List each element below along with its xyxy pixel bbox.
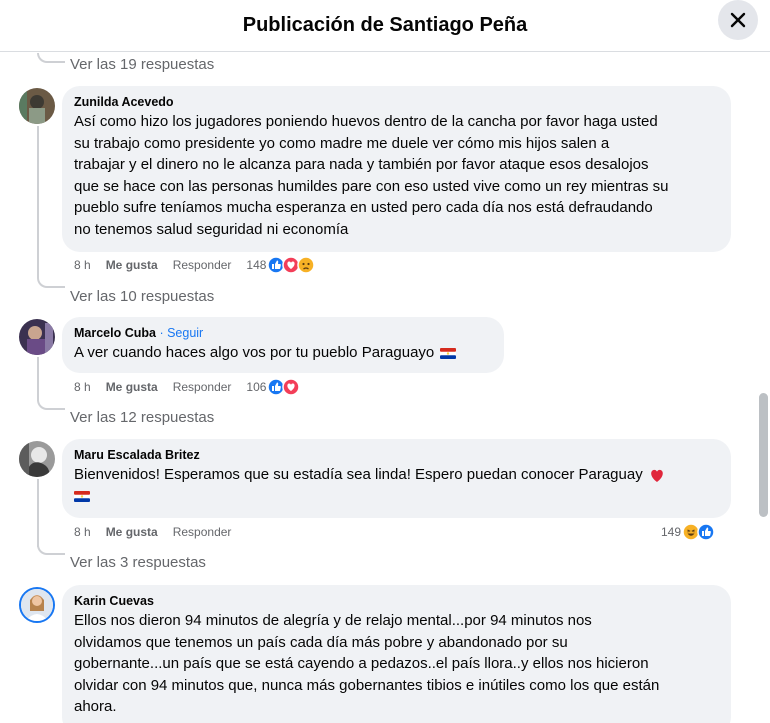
reaction-summary[interactable]: 106	[246, 378, 301, 396]
view-replies-link[interactable]: Ver las 12 respuestas	[70, 409, 214, 426]
post-modal-header: Publicación de Santiago Peña	[0, 0, 770, 52]
close-icon	[730, 12, 746, 28]
paraguay-flag-icon	[74, 491, 90, 503]
reaction-summary[interactable]: 148	[246, 256, 316, 274]
like-button[interactable]: Me gusta	[106, 258, 158, 272]
heart-icon	[651, 469, 663, 482]
comment-bubble: Marcelo Cuba · Seguir A ver cuando haces…	[62, 317, 504, 373]
reaction-count: 148	[246, 258, 267, 272]
scrollbar-thumb[interactable]	[759, 393, 768, 517]
comment-text: Ellos nos dieron 94 minutos de alegría y…	[74, 612, 660, 715]
comment-text: A ver cuando haces algo vos por tu puebl…	[74, 342, 492, 364]
paraguay-flag-icon	[440, 347, 457, 359]
like-button[interactable]: Me gusta	[106, 525, 158, 539]
reaction-count: 149	[660, 525, 681, 539]
like-button[interactable]: Me gusta	[106, 380, 158, 394]
avatar[interactable]	[19, 441, 55, 477]
sad-icon	[297, 256, 316, 274]
close-button[interactable]	[718, 0, 758, 40]
reply-connector	[37, 53, 65, 63]
comment-text: Así como hizo los jugadores poniendo hue…	[74, 113, 669, 238]
reaction-count: 106	[246, 380, 267, 394]
comment-bubble: Maru Escalada Britez Bienvenidos! Espera…	[62, 439, 731, 518]
reply-button[interactable]: Responder	[173, 380, 232, 394]
comment-actions: 8 h Me gusta Responder 148	[74, 255, 330, 275]
comment-time[interactable]: 8 h	[74, 380, 91, 394]
love-icon	[282, 378, 301, 396]
comment-actions: 8 h Me gusta Responder 149	[74, 522, 730, 542]
comment-author[interactable]: Marcelo Cuba	[74, 326, 156, 340]
reply-connector	[37, 276, 65, 288]
avatar[interactable]	[19, 88, 55, 124]
reply-connector	[37, 398, 65, 410]
reply-button[interactable]: Responder	[173, 258, 232, 272]
view-replies-link[interactable]: Ver las 19 respuestas	[70, 56, 214, 73]
comment-bubble: Karin Cuevas Ellos nos dieron 94 minutos…	[62, 585, 731, 723]
comment-time[interactable]: 8 h	[74, 525, 91, 539]
reaction-summary[interactable]: 149	[661, 523, 715, 541]
comment-author[interactable]: Zunilda Acevedo	[74, 94, 719, 111]
comment-bubble: Zunilda Acevedo Así como hizo los jugado…	[62, 86, 731, 252]
comment-actions: 8 h Me gusta Responder 106	[74, 377, 315, 397]
comment-author[interactable]: Maru Escalada Britez	[74, 447, 719, 464]
comment-text: Bienvenidos! Esperamos que su estadía se…	[74, 464, 719, 507]
comment-author[interactable]: Karin Cuevas	[74, 593, 719, 610]
follow-link[interactable]: · Seguir	[156, 326, 203, 340]
view-replies-link[interactable]: Ver las 10 respuestas	[70, 288, 214, 305]
comment-time[interactable]: 8 h	[74, 258, 91, 272]
modal-title: Publicación de Santiago Peña	[242, 14, 528, 36]
reply-connector	[37, 543, 65, 555]
reply-button[interactable]: Responder	[173, 525, 232, 539]
comments-list[interactable]: Ver las 19 respuestas Zunilda Acevedo As…	[0, 53, 770, 723]
view-replies-link[interactable]: Ver las 3 respuestas	[70, 554, 206, 571]
like-icon	[697, 523, 715, 541]
avatar[interactable]	[19, 319, 55, 355]
avatar[interactable]	[19, 587, 55, 623]
